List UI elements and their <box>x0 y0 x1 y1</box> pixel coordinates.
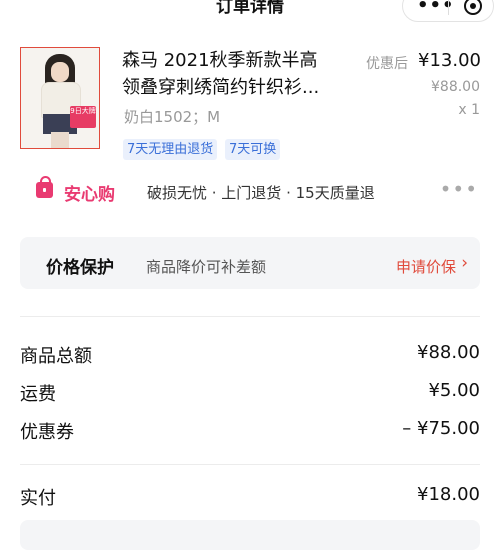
more-dots-icon[interactable]: ••• <box>440 177 478 201</box>
bottom-card <box>20 520 480 550</box>
discount-label: 优惠后 <box>366 56 408 72</box>
summary-value-shipping: ¥5.00 <box>428 380 480 401</box>
paid-value: ¥18.00 <box>417 484 480 505</box>
product-variant: 奶白1502；M <box>124 108 221 126</box>
apply-price-protect-link[interactable]: 申请价保 <box>396 256 456 277</box>
product-title[interactable]: 森马 2021秋季新款半高 领叠穿刺绣简约针织衫... <box>122 47 347 101</box>
summary-value-coupon: – ¥75.00 <box>402 418 480 439</box>
tag-7day-return: 7天无理由退货 <box>123 139 218 160</box>
tag-7day-exchange: 7天可换 <box>225 139 281 160</box>
thumb-legs <box>51 132 69 148</box>
paid-label: 实付 <box>20 488 56 509</box>
summary-label-shipping: 运费 <box>20 384 56 405</box>
divider <box>20 464 480 465</box>
shopping-bag-icon <box>36 176 53 198</box>
product-title-line2: 领叠穿刺绣简约针织衫... <box>122 77 320 98</box>
summary-value-goods-total: ¥88.00 <box>417 342 480 363</box>
thumb-promo-tag: 9日大牌 <box>70 106 96 128</box>
price-protect-title: 价格保护 <box>46 258 114 278</box>
product-title-line1: 森马 2021秋季新款半高 <box>122 50 318 71</box>
mini-program-capsule[interactable]: ••• <box>402 0 494 22</box>
assurance-title: 安心购 <box>64 185 115 205</box>
target-icon[interactable] <box>464 0 482 15</box>
thumb-model-face <box>51 62 69 82</box>
chevron-right-icon: › <box>461 253 468 273</box>
product-thumbnail[interactable]: 9日大牌 <box>20 47 100 149</box>
capsule-divider <box>448 0 449 15</box>
summary-label-coupon: 优惠券 <box>20 422 74 443</box>
price-original: ¥88.00 <box>431 79 480 95</box>
divider <box>20 316 480 317</box>
price-after-discount: ¥13.00 <box>418 50 481 71</box>
product-quantity: x 1 <box>458 102 480 118</box>
summary-label-goods-total: 商品总额 <box>20 346 92 367</box>
price-protect-desc: 商品降价可补差额 <box>146 258 267 276</box>
assurance-desc: 破损无忧 · 上门退货 · 15天质量退 <box>147 184 375 202</box>
price-protect-card[interactable]: 价格保护 商品降价可补差额 申请价保 › <box>20 237 480 289</box>
